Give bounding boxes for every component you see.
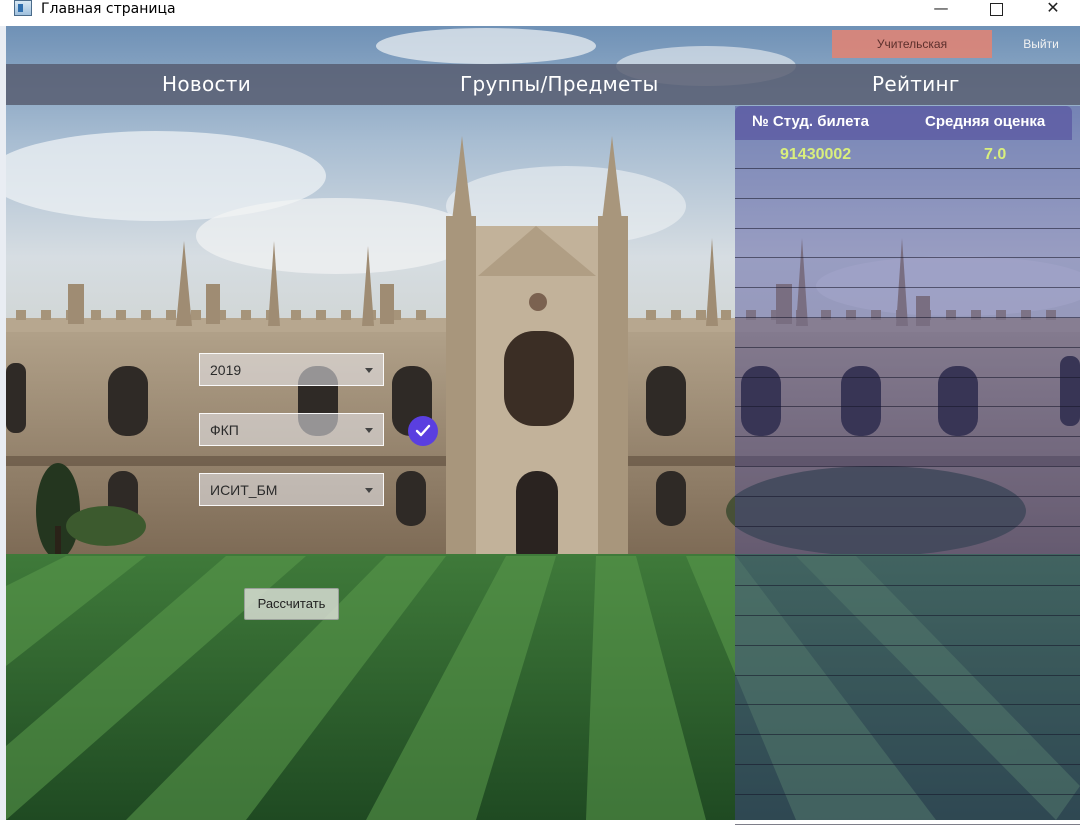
table-row[interactable]: [735, 378, 1080, 408]
chevron-down-icon: [365, 428, 373, 433]
table-row[interactable]: [735, 557, 1080, 587]
table-row[interactable]: [735, 468, 1080, 497]
table-row[interactable]: [735, 200, 1080, 229]
table-row[interactable]: [735, 617, 1080, 646]
table-row[interactable]: [735, 319, 1080, 348]
year-select-value: 2019: [210, 362, 242, 378]
cell-ticket: 91430002: [780, 146, 852, 163]
table-row[interactable]: [735, 736, 1080, 765]
group-select[interactable]: ИСИТ_БМ: [199, 473, 384, 506]
nav-groups-subjects[interactable]: Группы/Предметы: [460, 64, 659, 105]
checkmark-glyph: [415, 424, 431, 437]
window-titlebar: Главная страница — ✕: [0, 0, 1080, 26]
year-select[interactable]: 2019: [199, 353, 384, 386]
calculate-button[interactable]: Рассчитать: [244, 588, 339, 620]
column-header-ticket: № Студ. билета: [752, 113, 869, 130]
exit-button[interactable]: Выйти: [1002, 30, 1080, 58]
table-row[interactable]: [735, 676, 1080, 706]
table-row[interactable]: [735, 349, 1080, 378]
table-row[interactable]: [735, 229, 1080, 259]
rating-table-header: № Студ. билета Средняя оценка: [735, 106, 1072, 140]
table-row[interactable]: [735, 706, 1080, 736]
table-row[interactable]: [735, 498, 1080, 527]
chevron-down-icon: [365, 488, 373, 493]
table-row[interactable]: [735, 766, 1080, 795]
table-row[interactable]: [735, 647, 1080, 676]
chevron-down-icon: [365, 368, 373, 373]
maximize-icon: [989, 3, 1003, 16]
column-header-average: Средняя оценка: [925, 113, 1046, 130]
table-row[interactable]: [735, 289, 1080, 318]
cell-average: 7.0: [984, 146, 1007, 163]
table-row[interactable]: [735, 587, 1080, 616]
rating-table: № Студ. билета Средняя оценка 91430002 7.…: [735, 106, 1080, 825]
table-row[interactable]: [735, 438, 1080, 467]
table-row[interactable]: [735, 170, 1080, 199]
minimize-button[interactable]: —: [918, 0, 964, 18]
main-navbar: Новости Группы/Предметы Рейтинг: [6, 64, 1080, 105]
close-button[interactable]: ✕: [1030, 0, 1076, 18]
table-row[interactable]: [735, 527, 1080, 557]
table-row[interactable]: 91430002 7.0: [735, 140, 1080, 169]
teacher-room-button[interactable]: Учительская: [832, 30, 992, 58]
table-row[interactable]: [735, 408, 1080, 438]
nav-rating[interactable]: Рейтинг: [872, 64, 960, 105]
group-select-value: ИСИТ_БМ: [210, 482, 278, 498]
window-title: Главная страница: [41, 1, 176, 17]
app-window-icon: [14, 0, 32, 16]
maximize-button[interactable]: [973, 0, 1019, 18]
table-row[interactable]: [735, 259, 1080, 289]
check-circle-icon[interactable]: [408, 416, 438, 446]
faculty-select-value: ФКП: [210, 422, 239, 438]
faculty-select[interactable]: ФКП: [199, 413, 384, 446]
nav-news[interactable]: Новости: [162, 64, 251, 105]
